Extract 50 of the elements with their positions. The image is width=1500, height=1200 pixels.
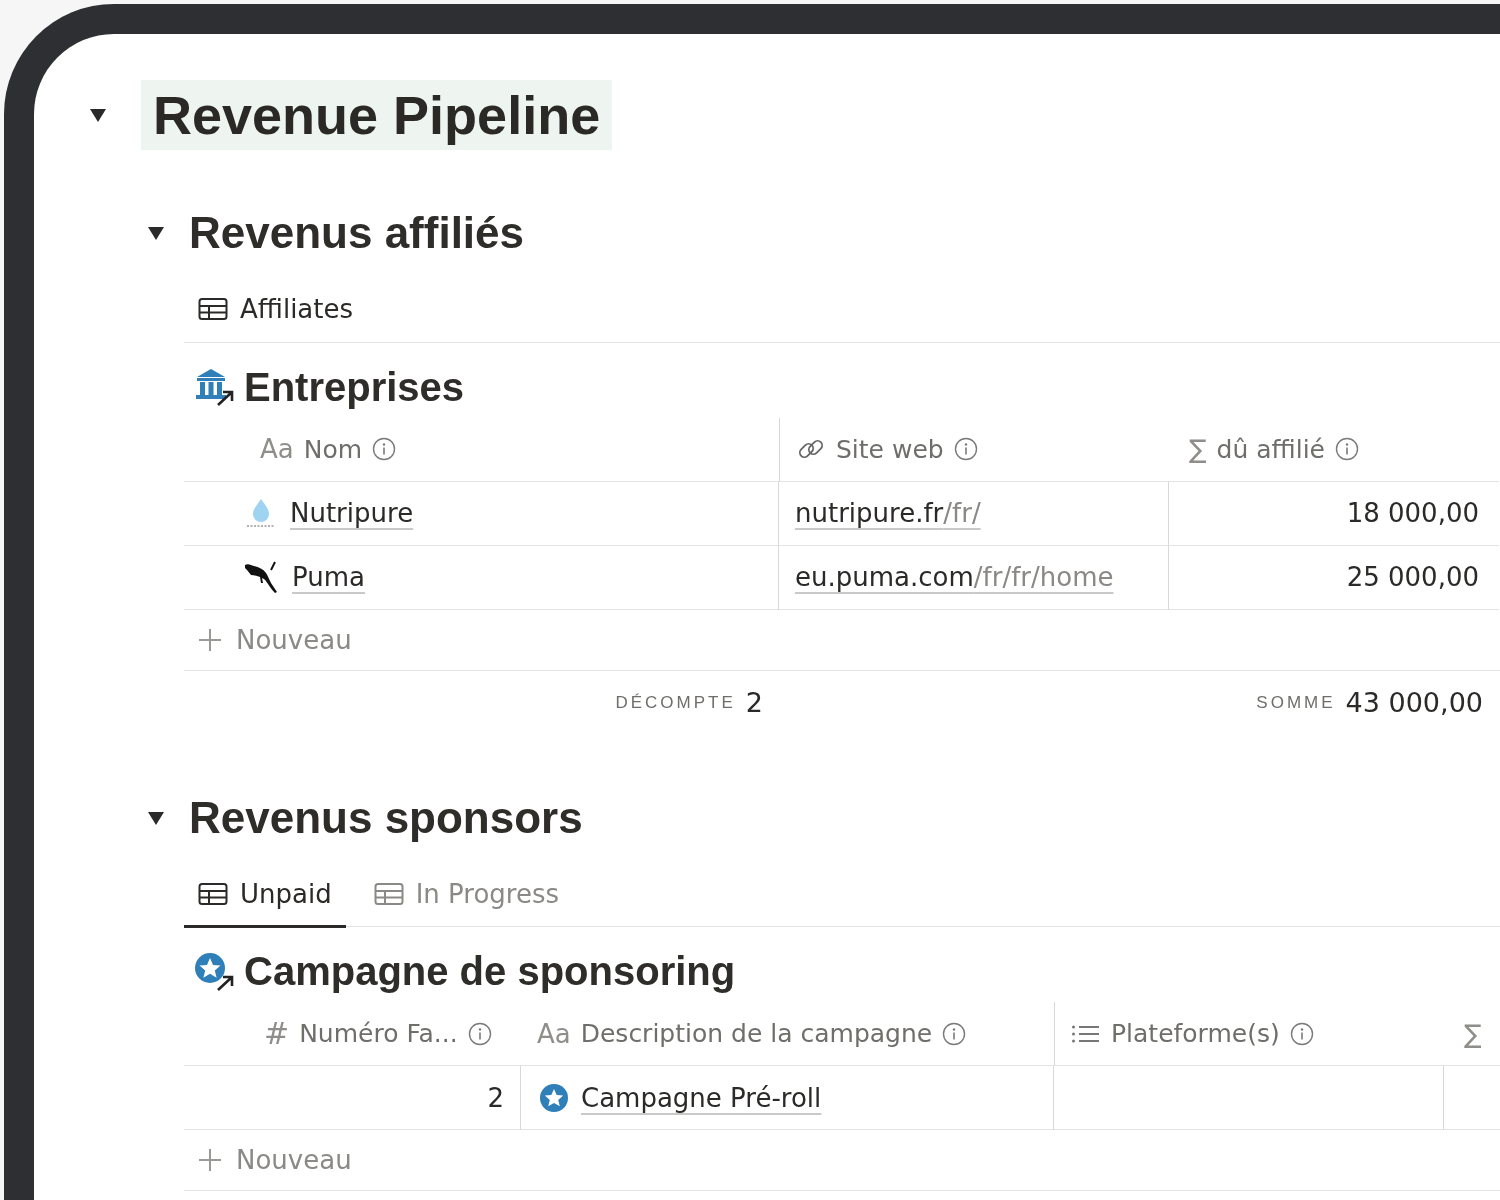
page-link[interactable]: Puma: [292, 562, 365, 592]
table-icon: [373, 881, 404, 906]
column-header[interactable]: Description de la campagne: [580, 1019, 933, 1048]
plus-icon: [198, 627, 222, 652]
toggle-icon[interactable]: [89, 107, 107, 123]
new-row-button[interactable]: Nouveau: [184, 1130, 1500, 1191]
formula-icon: ∑: [1189, 434, 1207, 464]
new-row-button[interactable]: Nouveau: [184, 609, 1500, 671]
amount-value: 18 000,00: [1346, 498, 1479, 528]
info-icon: [1289, 1021, 1314, 1046]
text-type-icon: Aa: [537, 1018, 571, 1049]
url-link[interactable]: eu.puma.com/fr/fr/home: [795, 562, 1114, 592]
building-link-icon: [194, 367, 236, 407]
column-header[interactable]: Nom: [303, 434, 363, 464]
formula-icon: ∑: [1464, 1018, 1482, 1049]
toggle-icon[interactable]: [147, 809, 165, 826]
star-link-icon: [194, 951, 236, 992]
toggle-icon[interactable]: [147, 225, 165, 241]
calculation-value: 2: [745, 687, 763, 718]
database-title: Entreprises: [244, 364, 465, 410]
section-heading: Revenus sponsors: [189, 792, 583, 843]
calculation-label: DÉCOMPTE: [615, 692, 736, 713]
column-header[interactable]: Site web: [836, 434, 944, 464]
column-header[interactable]: dû affilié: [1216, 434, 1325, 464]
table-icon: [198, 297, 228, 321]
number-value: 2: [487, 1082, 504, 1113]
section-heading: Revenus affiliés: [189, 208, 525, 258]
calculation-label: SOMME: [1256, 692, 1336, 713]
number-icon: #: [264, 1016, 290, 1051]
page-link[interactable]: Nutripure: [290, 498, 414, 528]
view-tab[interactable]: Affiliates: [184, 282, 368, 343]
info-icon: [467, 1021, 492, 1046]
plus-icon: [198, 1148, 222, 1172]
url-link[interactable]: nutripure.fr/fr/: [795, 498, 981, 528]
info-icon: [953, 437, 978, 461]
page-title: Revenue Pipeline: [141, 80, 613, 150]
column-header[interactable]: Plateforme(s): [1111, 1019, 1280, 1048]
amount-value: 25 000,00: [1346, 562, 1479, 592]
view-tab[interactable]: In Progress: [359, 866, 574, 928]
table-icon: [198, 881, 228, 906]
column-header[interactable]: Numéro Fa...: [299, 1019, 458, 1048]
calculation-value: 43 000,00: [1345, 687, 1483, 718]
text-type-icon: Aa: [260, 434, 294, 464]
star-circle-icon: [539, 1082, 569, 1113]
info-icon: [1334, 437, 1359, 461]
database-title: Campagne de sponsoring: [244, 949, 736, 994]
info-icon: [942, 1021, 967, 1046]
info-icon: [372, 437, 397, 461]
page-link[interactable]: Campagne Pré-roll: [581, 1082, 822, 1113]
view-tab[interactable]: Unpaid: [184, 866, 346, 928]
